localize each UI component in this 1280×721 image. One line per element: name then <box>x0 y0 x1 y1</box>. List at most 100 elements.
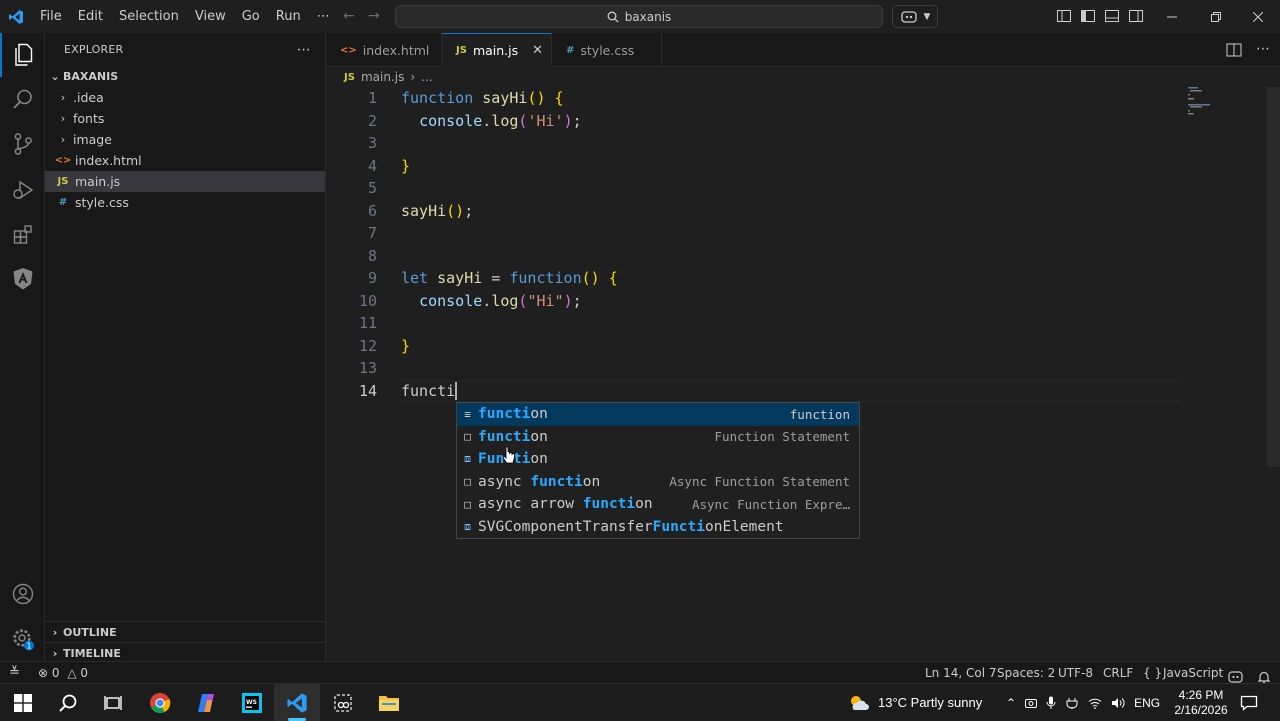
task-view-button[interactable] <box>90 684 136 721</box>
layout-customize-icon[interactable] <box>1056 8 1072 24</box>
breadcrumb-more[interactable]: ... <box>421 70 432 84</box>
code-line: 3 <box>326 132 1280 155</box>
weather-widget[interactable]: 13°C Partly sunny <box>848 684 982 721</box>
text-cursor <box>455 382 458 400</box>
vertical-scrollbar[interactable] <box>1267 87 1280 467</box>
workspace-root[interactable]: ⌄ BAXANIS <box>45 66 325 87</box>
suggestion-item[interactable]: □ async arrow function Async Function Ex… <box>457 493 859 516</box>
input-language[interactable]: ENG <box>1134 696 1160 710</box>
search-activity[interactable] <box>0 77 45 121</box>
menu-run[interactable]: Run <box>268 0 309 33</box>
camera-icon[interactable] <box>1025 697 1038 709</box>
problems-indicator[interactable]: ⊗ 0 △ 0 <box>38 662 88 684</box>
remote-icon[interactable]: ≚ <box>9 662 20 684</box>
wifi-icon[interactable] <box>1088 697 1102 709</box>
source-control-activity[interactable] <box>0 122 45 166</box>
menu-more[interactable]: ⋯ <box>309 0 338 33</box>
minimize-button[interactable] <box>1150 0 1194 33</box>
split-editor-icon[interactable] <box>1226 43 1242 57</box>
microphone-icon[interactable] <box>1046 696 1056 710</box>
taskbar-snipping-tool[interactable] <box>320 684 366 721</box>
close-tab-icon[interactable]: ✕ <box>532 43 543 58</box>
end-of-line[interactable]: CRLF <box>1103 662 1133 684</box>
start-button[interactable] <box>0 684 46 721</box>
clock-date: 2/16/2026 <box>1174 702 1228 717</box>
line-number: 7 <box>367 224 377 242</box>
power-plug-icon[interactable] <box>1065 697 1079 709</box>
maximize-button[interactable] <box>1194 0 1238 33</box>
volume-icon[interactable] <box>1111 697 1125 709</box>
language-mode[interactable]: JavaScript <box>1163 662 1223 684</box>
tab-style-css[interactable]: # style.css <box>552 33 662 67</box>
line-number: 13 <box>358 359 377 377</box>
title-bar: File Edit Selection View Go Run ⋯ ← → ba… <box>0 0 1280 33</box>
line-number: 10 <box>358 291 377 310</box>
breadcrumb-file[interactable]: main.js <box>361 70 404 84</box>
menu-file[interactable]: File <box>32 0 70 33</box>
close-window-button[interactable] <box>1236 0 1280 33</box>
taskbar-search-button[interactable] <box>45 684 91 721</box>
taskbar-vscode[interactable] <box>274 684 320 721</box>
tree-item-fonts[interactable]: › fonts <box>45 108 325 129</box>
minimap[interactable] <box>1188 87 1214 117</box>
suggestion-item[interactable]: ⧈ Function <box>457 448 859 471</box>
menu-go[interactable]: Go <box>234 0 268 33</box>
command-center-search[interactable]: baxanis <box>395 5 883 28</box>
suggestion-item[interactable]: □ async function Async Function Statemen… <box>457 471 859 494</box>
tree-item-main-js[interactable]: JS main.js <box>45 171 325 192</box>
explorer-activity[interactable] <box>0 33 45 77</box>
accounts-activity[interactable] <box>0 572 45 616</box>
run-debug-activity[interactable] <box>0 168 45 212</box>
code-text: } <box>401 156 411 175</box>
extensions-activity[interactable] <box>0 213 45 257</box>
suggestion-item[interactable]: ≡ function function <box>457 403 859 426</box>
explorer-sidebar: EXPLORER ⋯ ⌄ BAXANIS › .idea › fonts › i… <box>45 33 326 661</box>
chevron-up-icon[interactable]: ⌃ <box>1006 696 1016 710</box>
cursor-position[interactable]: Ln 14, Col 7 <box>925 662 997 684</box>
outline-section[interactable]: › OUTLINE <box>45 621 325 642</box>
taskbar-copilot[interactable] <box>183 684 229 721</box>
taskbar-chrome[interactable] <box>137 684 183 721</box>
chevron-right-icon: › <box>60 133 66 146</box>
manage-activity[interactable]: 1 <box>0 617 45 661</box>
toggle-primary-sidebar-icon[interactable] <box>1080 8 1096 24</box>
toggle-secondary-sidebar-icon[interactable] <box>1128 8 1144 24</box>
indentation[interactable]: Spaces: 2 <box>997 662 1055 684</box>
tree-item-index-html[interactable]: <> index.html <box>45 150 325 171</box>
tree-item-image[interactable]: › image <box>45 129 325 150</box>
workspace-root-label: BAXANIS <box>63 70 119 83</box>
taskbar-webstorm[interactable]: WS <box>229 684 275 721</box>
code-text: console.log('Hi'); <box>419 111 582 130</box>
code-editor[interactable]: 1 function sayHi() { 2 console.log('Hi')… <box>326 87 1280 661</box>
back-arrow-icon[interactable]: ← <box>343 8 355 24</box>
search-text: baxanis <box>624 9 672 24</box>
timeline-section[interactable]: › TIMELINE <box>45 642 325 663</box>
encoding[interactable]: UTF-8 <box>1058 662 1093 684</box>
explorer-more-icon[interactable]: ⋯ <box>297 42 311 58</box>
menu-selection[interactable]: Selection <box>111 0 187 33</box>
editor-more-icon[interactable]: ⋯ <box>1256 41 1270 57</box>
taskbar-file-explorer[interactable] <box>366 684 412 721</box>
braces-icon[interactable]: { } <box>1143 662 1162 684</box>
minimize-icon <box>1167 16 1177 17</box>
toggle-panel-icon[interactable] <box>1104 8 1120 24</box>
chevron-right-icon: › <box>52 646 58 660</box>
tab-index-html[interactable]: <> index.html <box>326 33 442 67</box>
tree-item-idea[interactable]: › .idea <box>45 87 325 108</box>
tree-item-style-css[interactable]: # style.css <box>45 192 325 213</box>
tab-main-js[interactable]: JS main.js ✕ <box>442 33 552 67</box>
outline-label: OUTLINE <box>63 625 117 639</box>
clock[interactable]: 4:26 PM 2/16/2026 <box>1174 684 1228 721</box>
menu-edit[interactable]: Edit <box>70 0 111 33</box>
notifications-button[interactable] <box>1240 684 1258 721</box>
tree-item-label: index.html <box>75 153 142 168</box>
line-number: 1 <box>367 89 377 107</box>
menu-view[interactable]: View <box>187 0 234 33</box>
code-line: 12 } <box>326 335 1280 358</box>
copilot-button[interactable]: ▼ <box>892 5 938 28</box>
restore-icon <box>1211 11 1221 22</box>
suggestion-item[interactable]: ⧈ SVGComponentTransferFunctionElement <box>457 516 859 539</box>
suggestion-item[interactable]: □ function Function Statement <box>457 426 859 449</box>
angular-activity[interactable] <box>0 257 45 301</box>
forward-arrow-icon[interactable]: → <box>368 8 380 24</box>
